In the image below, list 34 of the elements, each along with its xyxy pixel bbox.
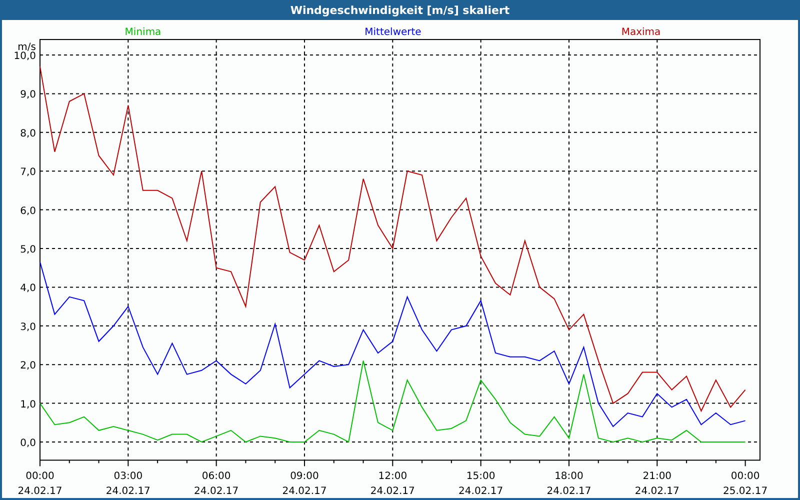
y-tick-label: 9,0	[20, 90, 36, 101]
y-axis-unit: m/s	[18, 42, 36, 53]
y-tick-label: 1,0	[20, 399, 36, 410]
y-tick-label: 8,0	[20, 128, 36, 140]
x-tick-date: 24.02.17	[106, 486, 150, 497]
x-tick-time: 00:00	[730, 471, 760, 482]
y-tick-label: 5,0	[20, 244, 36, 256]
legend-label: Mittelwerte	[364, 27, 422, 38]
y-tick-label: 3,0	[20, 322, 36, 333]
x-tick-time: 00:00	[26, 471, 54, 482]
chart-title: Windgeschwindigkeit [m/s] skaliert	[290, 4, 510, 16]
x-tick-date: 24.02.17	[634, 486, 680, 497]
x-tick-time: 12:00	[378, 471, 408, 482]
x-tick-date: 24.02.17	[370, 486, 415, 497]
x-tick-date: 24.02.17	[282, 486, 327, 497]
x-tick-date: 24.02.17	[194, 486, 239, 497]
y-tick-label: 7,0	[20, 167, 36, 178]
x-tick-time: 21:00	[642, 471, 672, 482]
x-tick-time: 06:00	[202, 471, 231, 482]
legend-label: Minima	[124, 27, 162, 38]
legend-label: Maxima	[621, 27, 661, 38]
y-tick-label: 10,0	[14, 51, 36, 62]
x-tick-time: 03:00	[114, 471, 143, 482]
x-tick-time: 09:00	[290, 471, 319, 482]
y-tick-label: 0,0	[20, 438, 36, 449]
x-tick-time: 15:00	[466, 471, 496, 482]
x-tick-date: 25.02.17	[723, 486, 768, 497]
y-tick-label: 6,0	[20, 206, 36, 217]
x-tick-date: 24.02.17	[546, 486, 592, 497]
x-tick-date: 24.02.17	[18, 486, 62, 497]
x-tick-time: 18:00	[554, 471, 584, 482]
x-tick-date: 24.02.17	[458, 486, 504, 497]
y-tick-label: 4,0	[20, 283, 36, 294]
y-tick-label: 2,0	[20, 360, 36, 372]
